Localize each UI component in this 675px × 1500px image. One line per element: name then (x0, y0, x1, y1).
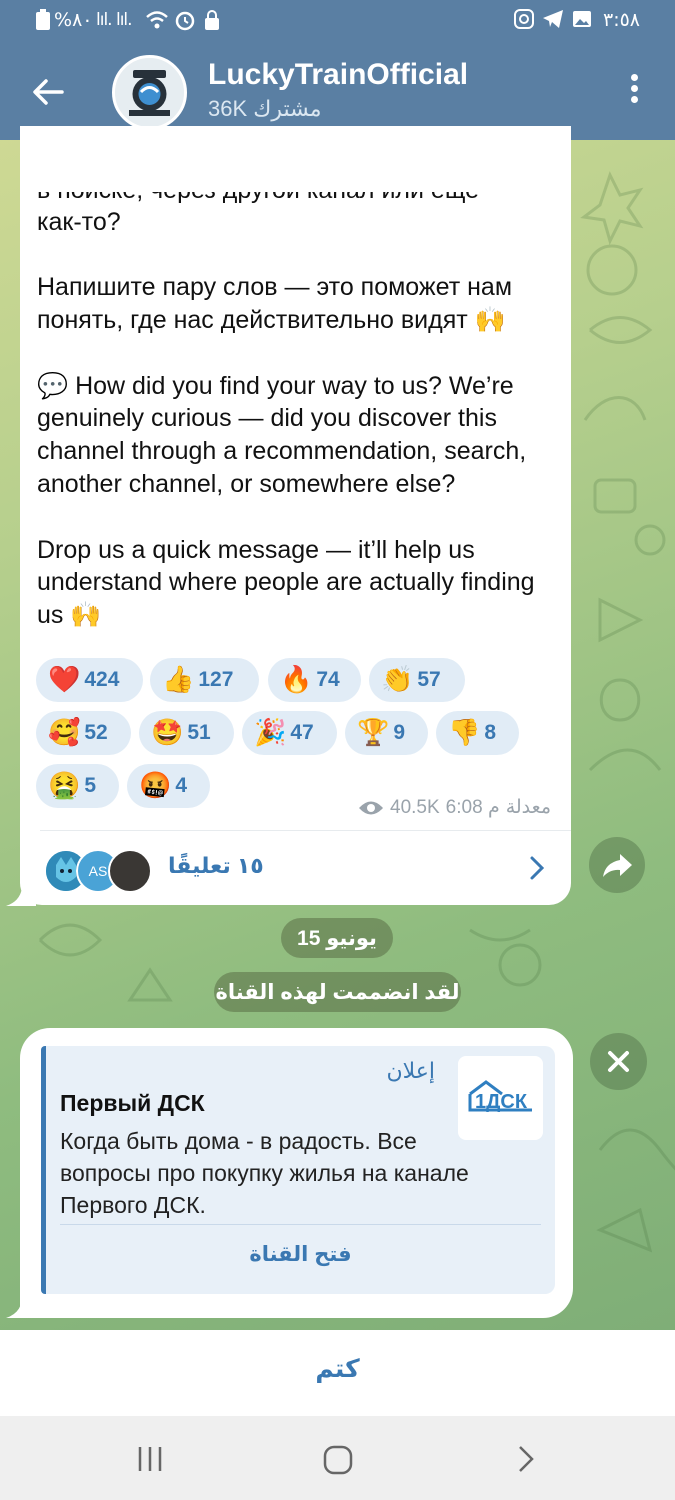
battery-percentage: %٨٠ (54, 9, 93, 31)
post-paragraph: как-то? (37, 207, 121, 236)
train-logo-icon (115, 58, 184, 127)
status-bar: %٨٠ lıl. lıl. ٣:٥٨ (0, 0, 675, 40)
system-nav-bar (0, 1416, 675, 1500)
post-time: 6:08 م (445, 797, 500, 818)
reaction-count: 52 (84, 721, 108, 744)
dsk-logo-text: 1ДСК (475, 1091, 528, 1113)
vomit-face-icon: 🤮 (48, 771, 81, 801)
reaction-star-struck[interactable]: 🤩 51 (139, 711, 234, 755)
share-button[interactable] (589, 837, 645, 893)
reaction-love-face[interactable]: 🥰 52 (36, 711, 131, 755)
subscriber-count: 36K مشترك (208, 96, 322, 121)
reaction-count: 424 (84, 668, 120, 691)
party-popper-icon: 🎉 (254, 718, 287, 748)
reaction-count: 9 (393, 721, 406, 744)
post-text: в поиске, через другой канал или ещекак-… (37, 126, 557, 665)
channel-post[interactable]: в поиске, через другой канал или ещекак-… (20, 126, 571, 905)
reaction-count: 4 (175, 774, 188, 797)
comments-button[interactable]: AS ١٥ تعليقًا (20, 831, 571, 905)
date-separator: 15 يونيو (281, 918, 393, 958)
clock: ٣:٥٨ (603, 9, 641, 31)
chevron-right-icon (530, 856, 545, 880)
reaction-thumbs-down[interactable]: 👎 8 (436, 711, 519, 755)
chat-header: %٨٠ lıl. lıl. ٣:٥٨ LuckyTrainOfficial 36… (0, 0, 675, 140)
reaction-thumbs-up[interactable]: 👍 127 (150, 658, 259, 702)
home-icon[interactable] (322, 1444, 354, 1476)
wifi-icon (146, 11, 168, 29)
ad-label: إعلان (386, 1058, 435, 1083)
reaction-count: 51 (187, 721, 211, 744)
gallery-icon (573, 11, 591, 27)
post-meta: 40.5K 6:08 م معدلة (358, 796, 551, 819)
heart-icon: ❤️ (48, 665, 81, 695)
channel-avatar[interactable] (112, 55, 187, 130)
ad-logo: 1ДСК (458, 1056, 543, 1140)
divider (60, 1224, 541, 1225)
reaction-count: 47 (290, 721, 314, 744)
reaction-count: 8 (484, 721, 497, 744)
close-ad-button[interactable] (590, 1033, 647, 1090)
reaction-fire[interactable]: 🔥 74 (268, 658, 361, 702)
alarm-icon (175, 11, 195, 31)
dsk-logo-icon: 1ДСК (468, 1080, 532, 1113)
reaction-trophy[interactable]: 🏆 9 (345, 711, 428, 755)
edited-label: معدلة (505, 797, 551, 818)
mute-bar: كتم (0, 1330, 675, 1416)
open-channel-button[interactable]: فتح القناة (46, 1242, 555, 1267)
signal-icon: lıl. lıl. (96, 10, 133, 30)
reaction-count: 57 (417, 668, 441, 691)
thumbs-down-icon: 👎 (448, 718, 481, 748)
post-paragraph: Drop us a quick message — it’ll help us … (37, 535, 542, 630)
reaction-vomit[interactable]: 🤮 5 (36, 764, 119, 808)
reaction-count: 5 (84, 774, 97, 797)
view-count: 40.5K (390, 796, 440, 818)
share-arrow-icon (603, 854, 632, 877)
reaction-count: 74 (316, 668, 340, 691)
comments-count: ١٥ تعليقًا (168, 853, 264, 878)
reaction-heart[interactable]: ❤️ 424 (36, 658, 143, 702)
lock-icon (205, 10, 219, 30)
joined-notice: لقد انضممت لهذه القناة (214, 972, 461, 1012)
clap-icon: 👏 (381, 665, 414, 695)
post-text-partial-line: в поиске, через другой канал или еще (37, 192, 557, 206)
close-icon (608, 1051, 629, 1072)
mute-button[interactable]: كتم (0, 1354, 675, 1384)
instagram-icon (514, 9, 534, 29)
reaction-count: 127 (198, 668, 234, 691)
bubble-tail (6, 1292, 36, 1318)
reaction-party[interactable]: 🎉 47 (242, 711, 337, 755)
post-paragraph: 💬 How did you find your way to us? We’re… (37, 371, 534, 498)
reaction-clap[interactable]: 👏 57 (369, 658, 465, 702)
ad-title: Первый ДСК (60, 1090, 205, 1116)
back-nav-icon[interactable] (515, 1444, 537, 1474)
trophy-icon: 🏆 (357, 718, 390, 748)
smiling-hearts-icon: 🥰 (48, 718, 81, 748)
channel-title[interactable]: LuckyTrainOfficial (208, 58, 468, 92)
more-menu-icon[interactable] (620, 74, 648, 110)
back-arrow-icon[interactable] (28, 72, 68, 112)
post-paragraph: Напишите пару слов — это поможет нам пон… (37, 273, 519, 334)
thumbs-up-icon: 👍 (162, 665, 195, 695)
bubble-tail (6, 880, 36, 906)
battery-icon (36, 9, 50, 30)
ad-text: Когда быть дома - в радость. Все вопросы… (60, 1128, 469, 1218)
cursing-face-icon: 🤬 (139, 771, 172, 801)
fire-icon: 🔥 (280, 665, 313, 695)
eye-icon (359, 801, 384, 814)
telegram-icon (543, 10, 563, 28)
reaction-cursing[interactable]: 🤬 4 (127, 764, 210, 808)
ad-card[interactable]: إعلان Первый ДСК Когда быть дома - в рад… (41, 1046, 555, 1294)
star-struck-icon: 🤩 (151, 718, 184, 748)
recent-apps-icon[interactable] (135, 1444, 165, 1474)
commenter-avatar-photo (108, 849, 152, 893)
